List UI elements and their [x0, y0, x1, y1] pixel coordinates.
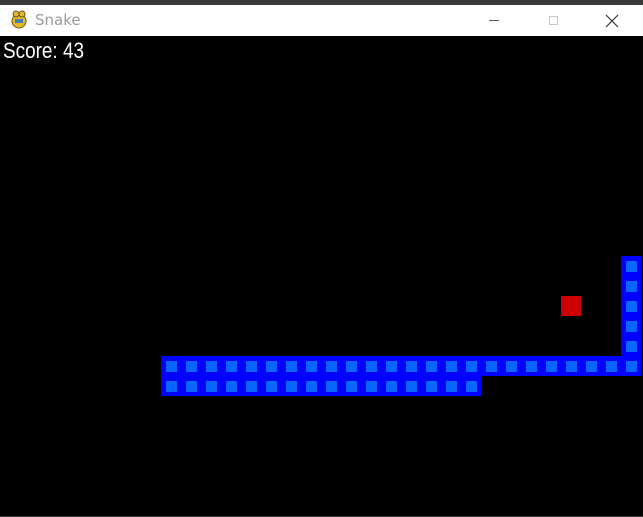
score-label: Score: 43 — [3, 38, 84, 63]
snake-segment — [281, 376, 301, 396]
close-icon — [605, 14, 619, 27]
minimize-icon — [489, 20, 499, 21]
snake-segment — [261, 356, 281, 376]
snake-segment — [621, 356, 641, 376]
snake-segment — [481, 356, 501, 376]
snake-segment — [301, 356, 321, 376]
pygame-snake-icon — [11, 10, 27, 29]
snake-segment — [621, 256, 641, 276]
snake-segment — [541, 356, 561, 376]
window-title: Snake — [35, 11, 81, 29]
snake-segment — [181, 356, 201, 376]
snake-segment — [181, 376, 201, 396]
snake-segment — [401, 376, 421, 396]
snake-segment — [321, 356, 341, 376]
snake-segment — [501, 356, 521, 376]
snake-segment — [381, 356, 401, 376]
snake-segment — [461, 376, 481, 396]
snake-segment — [301, 376, 321, 396]
snake-segment — [241, 356, 261, 376]
close-button[interactable] — [583, 5, 641, 36]
snake-segment — [441, 376, 461, 396]
snake-segment — [241, 376, 261, 396]
snake-segment — [601, 356, 621, 376]
snake-segment — [221, 356, 241, 376]
snake-segment — [341, 356, 361, 376]
snake-segment — [621, 296, 641, 316]
snake-segment — [341, 376, 361, 396]
snake-segment — [201, 356, 221, 376]
snake-segment — [401, 356, 421, 376]
snake-segment — [461, 356, 481, 376]
snake-segment — [621, 316, 641, 336]
title-bar[interactable]: Snake — [0, 0, 643, 36]
maximize-icon — [548, 16, 558, 25]
snake-segment — [581, 356, 601, 376]
food-item — [561, 296, 581, 316]
game-window: Snake Score: 43 — [0, 0, 643, 517]
snake-segment — [441, 356, 461, 376]
minimize-button[interactable] — [465, 5, 523, 36]
maximize-button[interactable] — [524, 5, 582, 36]
snake-segment — [381, 376, 401, 396]
snake-segment — [261, 376, 281, 396]
snake-segment — [561, 356, 581, 376]
snake-segment — [221, 376, 241, 396]
snake-segment — [361, 356, 381, 376]
snake-segment — [361, 376, 381, 396]
game-canvas[interactable]: Score: 43 — [1, 36, 642, 516]
snake-segment — [621, 276, 641, 296]
snake-segment — [421, 356, 441, 376]
snake-segment — [281, 356, 301, 376]
snake-segment — [521, 356, 541, 376]
snake-segment — [621, 336, 641, 356]
snake-segment — [161, 376, 181, 396]
snake-segment — [421, 376, 441, 396]
snake-segment — [201, 376, 221, 396]
snake-segment — [321, 376, 341, 396]
snake-segment — [161, 356, 181, 376]
